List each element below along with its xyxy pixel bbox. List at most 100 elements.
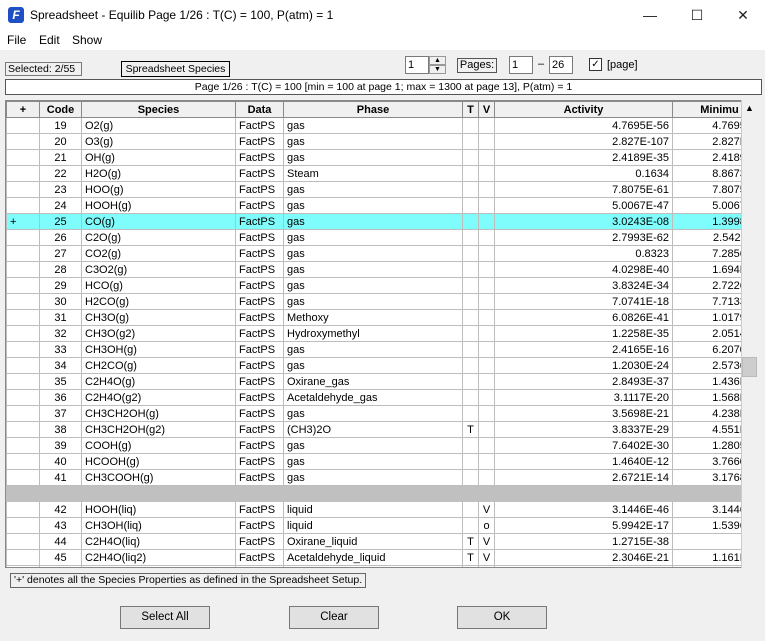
cell-species[interactable]: H2CO(g) bbox=[81, 293, 236, 310]
cell-plus[interactable] bbox=[6, 357, 40, 374]
cell-phase[interactable]: liquid bbox=[283, 517, 463, 534]
cell-data[interactable]: FactPS bbox=[235, 325, 284, 342]
cell-plus[interactable] bbox=[6, 261, 40, 278]
cell-plus[interactable] bbox=[6, 341, 40, 358]
cell-data[interactable]: FactPS bbox=[235, 277, 284, 294]
cell-v[interactable] bbox=[478, 389, 495, 406]
col-header-v[interactable]: V bbox=[478, 101, 495, 118]
cell-code[interactable]: 22 bbox=[39, 165, 82, 182]
cell-v[interactable] bbox=[478, 229, 495, 246]
cell-phase[interactable]: gas bbox=[283, 453, 463, 470]
cell-data[interactable]: FactPS bbox=[235, 421, 284, 438]
cell-phase[interactable]: gas bbox=[283, 149, 463, 166]
cell-plus[interactable] bbox=[6, 293, 40, 310]
table-row[interactable]: 35 C2H4O(g) FactPS Oxirane_gas 2.8493E-37 1.4… bbox=[6, 373, 756, 390]
cell-phase[interactable]: Steam bbox=[283, 165, 463, 182]
cell-t[interactable] bbox=[462, 261, 479, 278]
cell-plus[interactable] bbox=[6, 421, 40, 438]
cell-data[interactable]: FactPS bbox=[235, 517, 284, 534]
col-header-data[interactable]: Data bbox=[235, 101, 284, 118]
cell-data[interactable]: FactPS bbox=[235, 405, 284, 422]
cell-t[interactable] bbox=[462, 133, 479, 150]
cell-phase[interactable]: gas bbox=[283, 245, 463, 262]
cell-plus[interactable] bbox=[6, 229, 40, 246]
cell-v[interactable]: V bbox=[478, 565, 495, 567]
cell-plus[interactable] bbox=[6, 389, 40, 406]
cell-activity[interactable]: 5.0067E-47 bbox=[494, 197, 673, 214]
cell-code[interactable]: 42 bbox=[39, 501, 82, 518]
cell-activity[interactable]: 3.1117E-20 bbox=[494, 389, 673, 406]
cell-code[interactable]: 43 bbox=[39, 517, 82, 534]
cell-code[interactable]: 23 bbox=[39, 181, 82, 198]
cell-v[interactable] bbox=[478, 469, 495, 486]
cell-phase[interactable]: gas bbox=[283, 437, 463, 454]
cell-v[interactable] bbox=[478, 341, 495, 358]
col-header-plus[interactable]: + bbox=[6, 101, 40, 118]
cell-species[interactable]: CH3OH(g) bbox=[81, 341, 236, 358]
cell-code[interactable]: 30 bbox=[39, 293, 82, 310]
cell-data[interactable]: FactPS bbox=[235, 309, 284, 326]
cell-species[interactable]: C2H4O(g2) bbox=[81, 389, 236, 406]
cell-phase[interactable]: gas bbox=[283, 277, 463, 294]
species-grid[interactable]: + Code Species Data Phase T V Activity M… bbox=[5, 100, 757, 568]
cell-data[interactable]: FactPS bbox=[235, 469, 284, 486]
cell-species[interactable]: CH3OH(liq) bbox=[81, 517, 236, 534]
table-row[interactable]: 45 C2H4O(liq2) FactPS Acetaldehyde_liquid T V… bbox=[6, 549, 756, 566]
cell-t[interactable] bbox=[462, 293, 479, 310]
cell-v[interactable] bbox=[478, 261, 495, 278]
cell-plus[interactable] bbox=[6, 309, 40, 326]
cell-activity[interactable]: 2.8493E-37 bbox=[494, 373, 673, 390]
cell-data[interactable]: FactPS bbox=[235, 437, 284, 454]
cell-phase[interactable]: gas bbox=[283, 117, 463, 134]
cell-phase[interactable]: Hydroxymethyl bbox=[283, 325, 463, 342]
cell-code[interactable]: 40 bbox=[39, 453, 82, 470]
cell-v[interactable] bbox=[478, 149, 495, 166]
table-row[interactable]: 32 CH3O(g2) FactPS Hydroxymethyl 1.2258E-35 2… bbox=[6, 325, 756, 342]
cell-t[interactable] bbox=[462, 517, 479, 534]
cell-v[interactable] bbox=[478, 405, 495, 422]
cell-phase[interactable]: Methoxy bbox=[283, 309, 463, 326]
cell-activity[interactable]: 2.4189E-35 bbox=[494, 149, 673, 166]
cell-v[interactable]: o bbox=[478, 517, 495, 534]
cell-data[interactable]: FactPS bbox=[235, 245, 284, 262]
table-row[interactable]: 46CH3CH2OH(liq)FactPSliquidTV1.0722E-211… bbox=[6, 565, 756, 567]
cell-phase[interactable]: Acetaldehyde_liquid bbox=[283, 549, 463, 566]
col-header-t[interactable]: T bbox=[462, 101, 479, 118]
cell-code[interactable]: 44 bbox=[39, 533, 82, 550]
cell-v[interactable]: V bbox=[478, 533, 495, 550]
scroll-thumb[interactable] bbox=[742, 357, 757, 377]
cell-t[interactable] bbox=[462, 277, 479, 294]
cell-phase[interactable]: gas bbox=[283, 469, 463, 486]
table-row[interactable]: 36 C2H4O(g2) FactPS Acetaldehyde_gas 3.1117E… bbox=[6, 389, 756, 406]
table-row[interactable]: 39COOH(g)FactPSgas7.6402E-301.2805E-3 bbox=[6, 437, 756, 454]
spin-up-icon[interactable]: ▲ bbox=[429, 56, 446, 65]
cell-plus[interactable] bbox=[6, 181, 40, 198]
cell-code[interactable]: 33 bbox=[39, 341, 82, 358]
cell-code[interactable]: 36 bbox=[39, 389, 82, 406]
cell-data[interactable]: FactPS bbox=[235, 149, 284, 166]
table-row[interactable]: 41CH3COOH(g)FactPSgas2.6721E-143.1768E-8 bbox=[6, 469, 756, 486]
cell-code[interactable]: 20 bbox=[39, 133, 82, 150]
select-all-button[interactable]: Select All bbox=[120, 606, 210, 629]
cell-phase[interactable]: gas bbox=[283, 229, 463, 246]
cell-activity[interactable]: 4.7695E-56 bbox=[494, 117, 673, 134]
cell-activity[interactable]: 4.0298E-40 bbox=[494, 261, 673, 278]
cell-activity[interactable]: 2.6721E-14 bbox=[494, 469, 673, 486]
cell-t[interactable] bbox=[462, 149, 479, 166]
cell-data[interactable]: FactPS bbox=[235, 501, 284, 518]
cell-activity[interactable]: 2.7993E-62 bbox=[494, 229, 673, 246]
cell-species[interactable]: CO(g) bbox=[81, 213, 236, 230]
cell-activity[interactable]: 3.5698E-21 bbox=[494, 405, 673, 422]
menu-edit[interactable]: Edit bbox=[39, 33, 60, 47]
cell-species[interactable]: CH3O(g2) bbox=[81, 325, 236, 342]
cell-plus[interactable] bbox=[6, 437, 40, 454]
minimize-button[interactable]: — bbox=[627, 0, 673, 30]
cell-data[interactable]: FactPS bbox=[235, 533, 284, 550]
cell-plus[interactable] bbox=[6, 197, 40, 214]
spin-down-icon[interactable]: ▼ bbox=[429, 65, 446, 74]
cell-data[interactable]: FactPS bbox=[235, 549, 284, 566]
menu-show[interactable]: Show bbox=[72, 33, 102, 47]
cell-code[interactable]: 28 bbox=[39, 261, 82, 278]
cell-v[interactable] bbox=[478, 197, 495, 214]
cell-code[interactable]: 35 bbox=[39, 373, 82, 390]
